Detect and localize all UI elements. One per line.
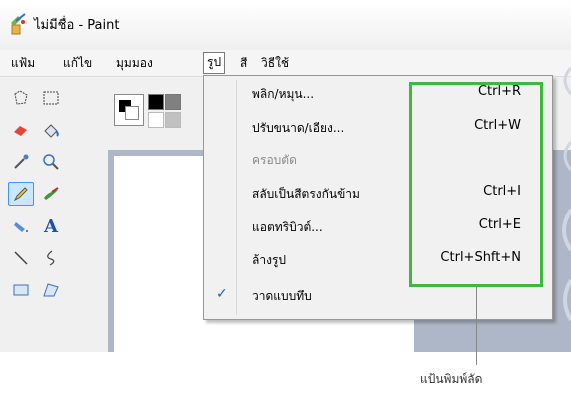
brush-icon[interactable] [38,182,64,206]
menu-edit[interactable]: แก้ไข [60,53,95,73]
swatch-gray[interactable] [165,94,181,110]
rect-select-icon[interactable] [38,86,64,110]
menu-file[interactable]: แฟ้ม [8,53,38,73]
rectangle-tool-icon[interactable] [8,278,34,302]
swatch-black[interactable] [148,94,164,110]
airbrush-icon[interactable] [8,214,34,238]
toolbox: A [8,86,104,352]
swatch-silver[interactable] [165,112,181,128]
current-colors[interactable] [114,94,144,126]
menu-item-label: สลับเป็นสีตรงกันข้าม [252,187,360,201]
eraser-icon[interactable] [8,118,34,142]
checkmark-icon: ✓ [216,286,228,302]
callout-leader-line [476,287,477,365]
menu-view[interactable]: มุมมอง [113,53,156,73]
free-select-icon[interactable] [8,86,34,110]
menu-item-label: แอตทริบิวต์... [252,220,323,234]
paint-app-icon [11,13,26,35]
fill-bucket-icon[interactable] [38,118,64,142]
menu-help[interactable]: วิธีใช้ [258,53,292,73]
swatch-white[interactable] [148,112,164,128]
shortcut-highlight-box [409,82,543,287]
polygon-tool-icon[interactable] [38,278,64,302]
curve-tool-icon[interactable] [38,246,64,270]
menu-image[interactable]: รูป [203,52,226,74]
window-title: ไม่มีชื่อ - Paint [34,18,120,33]
title-bar: ไม่มีชื่อ - Paint [0,0,571,44]
callout-label: แป้นพิมพ์ลัด [420,372,483,386]
menu-colors[interactable]: สี [237,53,250,73]
menu-item-label: พลิก/หมุน... [252,87,315,101]
menu-item-label: ล้างรูป [252,253,287,267]
menu-item-label: ปรับขนาด/เอียง... [252,121,345,135]
menu-bar: แฟ้ม แก้ไข มุมมอง รูป สี วิธีใช้ [0,50,571,77]
line-tool-icon[interactable] [8,246,34,270]
text-tool-icon[interactable]: A [38,214,64,238]
pencil-icon[interactable] [8,182,34,206]
color-palette [108,88,208,144]
magnifier-icon[interactable] [38,150,64,174]
side-decoration [562,66,571,322]
menu-item-label: ครอบตัด [252,153,297,167]
menu-item-label: วาดแบบทึบ [252,289,312,303]
color-picker-icon[interactable] [8,150,34,174]
